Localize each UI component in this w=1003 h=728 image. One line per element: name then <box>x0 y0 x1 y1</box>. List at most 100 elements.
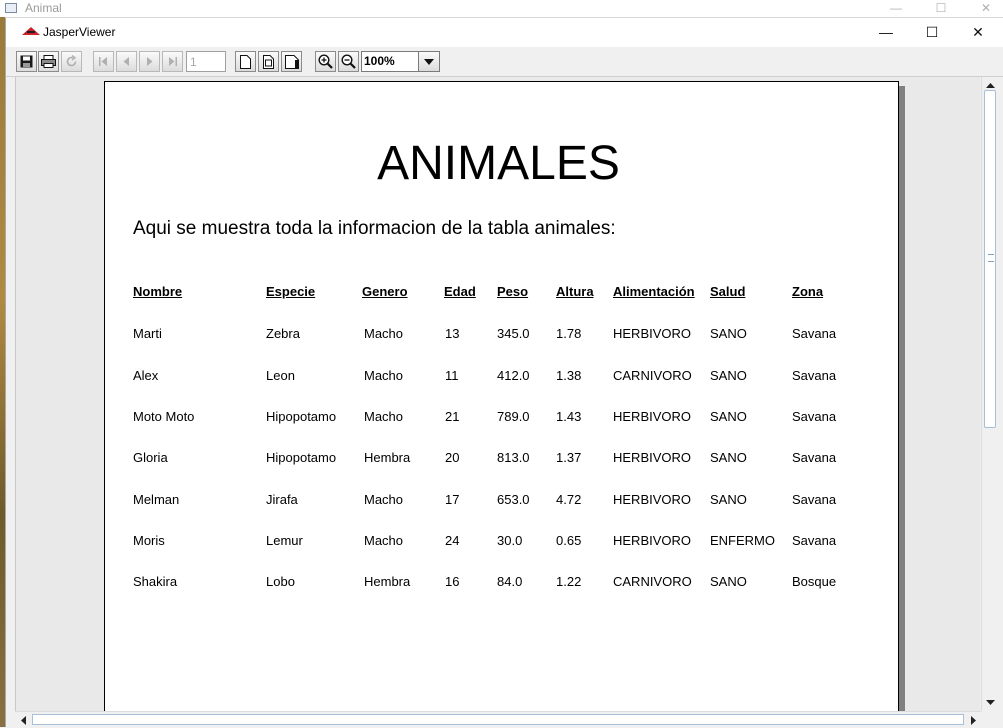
cell-salud: SANO <box>710 450 747 465</box>
scroll-grip <box>988 254 994 262</box>
cell-nombre: Alex <box>133 368 159 383</box>
titlebar: JasperViewer — ☐ ✕ <box>6 18 1003 47</box>
reload-icon <box>66 55 77 67</box>
background-close-button[interactable]: ✕ <box>972 0 1000 17</box>
cell-edad: 11 <box>445 368 459 383</box>
cell-genero: Hembra <box>364 574 411 589</box>
cell-zona: Savana <box>792 368 837 383</box>
first-page-icon <box>99 57 107 66</box>
cell-nombre: Melman <box>133 492 180 507</box>
cell-genero: Macho <box>364 533 404 548</box>
cell-peso: 30.0 <box>497 533 523 548</box>
next-page-button[interactable] <box>139 51 160 72</box>
zoom-dropdown[interactable]: 100% <box>361 51 440 72</box>
print-button[interactable] <box>38 51 59 72</box>
fit-width-button[interactable] <box>281 51 302 72</box>
cell-salud: ENFERMO <box>710 533 775 548</box>
background-window-titlebar: Animal — ☐ ✕ <box>0 0 1003 18</box>
cell-nombre: Moris <box>133 533 165 548</box>
cell-genero: Macho <box>364 368 404 383</box>
cell-alimentacion: HERBIVORO <box>613 492 692 507</box>
background-maximize-button[interactable]: ☐ <box>927 0 955 17</box>
cell-especie: Hipopotamo <box>266 409 337 424</box>
cell-zona: Savana <box>792 492 837 507</box>
zoom-out-icon <box>341 54 356 69</box>
cell-alimentacion: HERBIVORO <box>613 409 692 424</box>
report-viewport[interactable]: ANIMALES Aqui se muestra toda la informa… <box>15 77 980 711</box>
toolbar: 100% <box>6 47 1003 77</box>
cell-especie: Hipopotamo <box>266 450 337 465</box>
close-button[interactable]: ✕ <box>955 18 1001 47</box>
fit-page-button[interactable] <box>258 51 279 72</box>
vertical-scroll-thumb[interactable] <box>984 90 996 428</box>
cell-altura: 1.78 <box>556 326 582 341</box>
previous-page-icon <box>123 57 129 66</box>
cell-edad: 21 <box>445 409 460 424</box>
cell-genero: Hembra <box>364 450 411 465</box>
cell-edad: 13 <box>445 326 460 341</box>
cell-altura: 1.43 <box>556 409 582 424</box>
cell-peso: 84.0 <box>497 574 523 589</box>
horizontal-scrollbar[interactable] <box>15 711 981 728</box>
cell-peso: 345.0 <box>497 326 530 341</box>
last-page-button[interactable] <box>162 51 183 72</box>
maximize-button[interactable]: ☐ <box>909 18 955 47</box>
vertical-scrollbar[interactable] <box>981 77 999 711</box>
scroll-left-button[interactable] <box>15 712 31 728</box>
cell-salud: SANO <box>710 368 747 383</box>
cell-nombre: Shakira <box>133 574 178 589</box>
cell-genero: Macho <box>364 326 404 341</box>
cell-altura: 1.22 <box>556 574 582 589</box>
cell-altura: 1.38 <box>556 368 582 383</box>
background-minimize-button[interactable]: — <box>882 0 910 17</box>
cell-salud: SANO <box>710 326 747 341</box>
cell-genero: Macho <box>364 492 404 507</box>
zoom-in-button[interactable] <box>315 51 336 72</box>
cell-especie: Lemur <box>266 533 303 548</box>
cell-salud: SANO <box>710 409 747 424</box>
cell-edad: 16 <box>445 574 460 589</box>
scroll-right-button[interactable] <box>965 712 981 728</box>
horizontal-scroll-thumb[interactable] <box>32 714 964 725</box>
minimize-button[interactable]: — <box>863 18 909 47</box>
save-button[interactable] <box>16 51 37 72</box>
cell-alimentacion: HERBIVORO <box>613 533 692 548</box>
actual-size-button[interactable] <box>235 51 256 72</box>
cell-altura: 0.65 <box>556 533 582 548</box>
report-table-body: Marti Zebra Macho 13 345.0 1.78 HERBIVORO SANO S… <box>105 82 898 711</box>
window-icon <box>5 3 17 13</box>
dropdown-arrow-button[interactable] <box>418 52 439 71</box>
reload-button[interactable] <box>61 51 82 72</box>
arrow-down-icon <box>986 700 995 705</box>
cell-zona: Savana <box>792 450 837 465</box>
cell-peso: 813.0 <box>497 450 530 465</box>
save-icon <box>20 55 33 68</box>
fit-width-icon <box>284 54 299 69</box>
cell-peso: 412.0 <box>497 368 530 383</box>
cell-zona: Bosque <box>792 574 837 589</box>
cell-edad: 20 <box>445 450 460 465</box>
cell-alimentacion: CARNIVORO <box>613 368 692 383</box>
zoom-out-button[interactable] <box>338 51 359 72</box>
cell-alimentacion: HERBIVORO <box>613 326 692 341</box>
zoom-in-icon <box>318 54 333 69</box>
previous-page-button[interactable] <box>116 51 137 72</box>
cell-nombre: Marti <box>133 326 162 341</box>
cell-salud: SANO <box>710 492 747 507</box>
print-icon <box>41 55 56 68</box>
cell-edad: 24 <box>445 533 460 548</box>
scroll-down-button[interactable] <box>982 694 999 711</box>
fit-page-icon <box>263 54 274 69</box>
cell-salud: SANO <box>710 574 747 589</box>
background-window-title: Animal <box>25 1 62 15</box>
cell-nombre: Moto Moto <box>133 409 195 424</box>
page-number-input[interactable] <box>186 51 226 72</box>
cell-peso: 653.0 <box>497 492 530 507</box>
zoom-value: 100% <box>364 54 395 68</box>
arrow-left-icon <box>20 715 26 725</box>
arrow-right-icon <box>970 715 976 725</box>
cell-especie: Lobo <box>266 574 295 589</box>
first-page-button[interactable] <box>93 51 114 72</box>
chevron-down-icon <box>424 58 434 65</box>
cell-alimentacion: CARNIVORO <box>613 574 692 589</box>
